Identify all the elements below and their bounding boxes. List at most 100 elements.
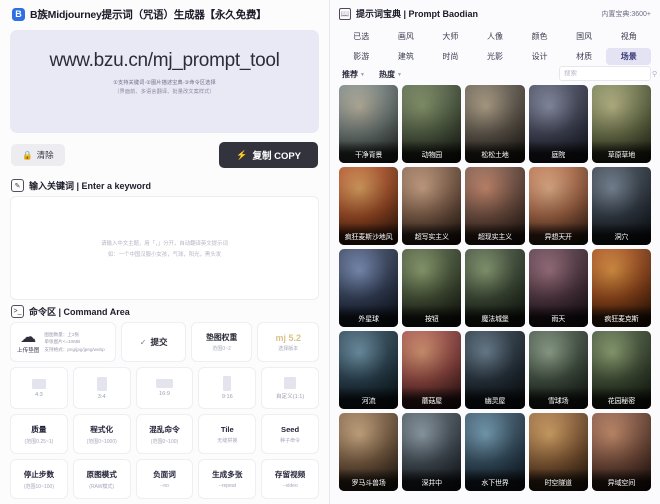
cloud-upload-icon: ☁ xyxy=(20,328,37,346)
prompt-thumbnail-grid: 干净背景 动物园 松松土地 庭院 草原草地疯狂麦斯沙地风 超写实主义 超现实主义 异想天开 洞穴… xyxy=(336,85,654,496)
category-tab-光影[interactable]: 光影 xyxy=(473,48,518,65)
check-circle-icon: ✓ xyxy=(139,337,147,347)
category-tab-影游[interactable]: 影游 xyxy=(339,48,384,65)
image-weight-button[interactable]: 垫图权重 范围0~2 xyxy=(190,322,253,362)
parameter-range: (RAW模式) xyxy=(89,483,115,490)
category-tab-颜色[interactable]: 颜色 xyxy=(517,28,562,45)
aspect-ratio-button[interactable]: 9:16 xyxy=(198,367,257,409)
prompt-thumbnail[interactable]: 雨天 xyxy=(528,249,588,327)
prompt-thumbnail[interactable]: 按钮 xyxy=(402,249,462,327)
prompt-thumbnail[interactable]: 超写实主义 xyxy=(402,167,462,245)
prompt-thumbnail[interactable]: 水下世界 xyxy=(465,413,525,491)
prompt-thumbnail[interactable]: 草原草地 xyxy=(591,85,651,163)
thumbnail-label: 超现实主义 xyxy=(465,223,525,245)
search-icon[interactable]: ⚲ xyxy=(652,70,657,78)
prompt-thumbnail[interactable]: 花园秘密 xyxy=(591,331,651,409)
submit-button-label: 提交 xyxy=(150,337,168,347)
prompt-thumbnail[interactable]: 罗马斗兽场 xyxy=(339,413,399,491)
prompt-thumbnail[interactable]: 动物园 xyxy=(402,85,462,163)
category-tab-画风[interactable]: 画风 xyxy=(384,28,429,45)
category-tab-材质[interactable]: 材质 xyxy=(562,48,607,65)
parameter-button[interactable]: Seed 种子命令 xyxy=(261,414,319,454)
baodian-count: 内置宝典:3600+ xyxy=(601,10,651,18)
lightning-icon: ⚡ xyxy=(236,149,248,160)
prompt-thumbnail[interactable]: 疯狂麦克斯 xyxy=(591,249,651,327)
parameter-button[interactable]: 停止步数 (范围10~100) xyxy=(10,459,68,499)
prompt-thumbnail[interactable]: 魔法城堡 xyxy=(465,249,525,327)
parameter-button[interactable]: 混乱命令 (范围0~100) xyxy=(135,414,194,454)
left-panel: B B族Midjourney提示词（咒语）生成器【永久免费】 www.bzu.c… xyxy=(0,0,330,504)
baodian-title: 提示词宝典 | Prompt Baodian xyxy=(356,9,479,19)
thumbnail-label: 疯狂麦克斯 xyxy=(591,305,651,327)
baodian-header: 📖 提示词宝典 | Prompt Baodian 内置宝典:3600+ xyxy=(336,0,654,26)
category-tab-国风[interactable]: 国风 xyxy=(562,28,607,45)
prompt-thumbnail[interactable]: 河流 xyxy=(339,331,399,409)
aspect-ratio-button[interactable]: 4:3 xyxy=(10,367,68,409)
upload-image-area[interactable]: ☁ 上传垫图 图图数量：上2张 单张图片<=10MB 支持格式：png/jpg/… xyxy=(10,322,117,362)
sort-recommend[interactable]: 推荐 ▼ xyxy=(342,69,365,80)
aspect-ratio-button[interactable]: 16:9 xyxy=(135,367,194,409)
aspect-ratio-button[interactable]: 3:4 xyxy=(72,367,131,409)
parameter-button[interactable]: 存留视频 --video xyxy=(261,459,319,499)
category-tab-已选[interactable]: 已选 xyxy=(339,28,384,45)
sort-hot-label: 热度 xyxy=(378,70,395,79)
prompt-thumbnail[interactable]: 超现实主义 xyxy=(465,167,525,245)
brand-logo-icon: B xyxy=(12,8,25,21)
prompt-thumbnail[interactable]: 雪球场 xyxy=(528,331,588,409)
baodian-header-left: 📖 提示词宝典 | Prompt Baodian xyxy=(339,7,478,20)
category-tab-建筑[interactable]: 建筑 xyxy=(384,48,429,65)
prompt-thumbnail[interactable]: 洞穴 xyxy=(591,167,651,245)
parameter-button[interactable]: 程式化 (范围0~1000) xyxy=(72,414,131,454)
parameter-name: 停止步数 xyxy=(23,469,55,479)
search-box[interactable]: ⚲ xyxy=(559,66,657,81)
prompt-thumbnail[interactable]: 蘑菇屋 xyxy=(402,331,462,409)
prompt-thumbnail[interactable]: 松松土地 xyxy=(465,85,525,163)
category-tab-大师[interactable]: 大师 xyxy=(428,28,473,45)
parameter-range: (范围0.25~1) xyxy=(24,438,54,445)
prompt-thumbnail[interactable]: 干净背景 xyxy=(339,85,399,163)
category-tab-人像[interactable]: 人像 xyxy=(473,28,518,45)
thumbnail-label: 花园秘密 xyxy=(591,387,651,409)
version-button[interactable]: mj 5.2 选择版本 xyxy=(257,322,319,362)
parameter-button[interactable]: 质量 (范围0.25~1) xyxy=(10,414,68,454)
parameter-name: 生成多张 xyxy=(212,470,243,479)
upload-meta: 图图数量：上2张 单张图片<=10MB 支持格式：png/jpg/jpeg/we… xyxy=(44,332,104,353)
action-bar: 🔒 清除 ⚡ 复制 COPY xyxy=(8,133,321,174)
parameter-button[interactable]: 原图模式 (RAW模式) xyxy=(72,459,131,499)
keyword-placeholder-line1: 请输入中文主题，用「，」分开，自动翻译英文提示词 xyxy=(101,240,228,247)
prompt-thumbnail[interactable]: 深井中 xyxy=(402,413,462,491)
category-tab-场景[interactable]: 场景 xyxy=(606,48,651,65)
keyword-placeholder-line2: 如：一个中国汉服小女孩，气球，阳光，黑头发 xyxy=(107,251,222,258)
category-tab-设计[interactable]: 设计 xyxy=(517,48,562,65)
copy-button[interactable]: ⚡ 复制 COPY xyxy=(219,142,318,169)
parameter-button[interactable]: Tile 无缝拼接 xyxy=(198,414,257,454)
upload-meta-line: 单张图片<=10MB xyxy=(44,339,81,344)
aspect-ratio-preview-icon xyxy=(31,378,46,389)
prompt-thumbnail[interactable]: 庭院 xyxy=(528,85,588,163)
parameter-button[interactable]: 负面词 --no xyxy=(135,459,194,499)
terminal-icon: >_ xyxy=(11,305,24,318)
submit-button[interactable]: ✓ 提交 xyxy=(121,322,186,362)
book-icon: 📖 xyxy=(339,7,351,20)
prompt-thumbnail[interactable]: 异域空间 xyxy=(591,413,651,491)
prompt-thumbnail[interactable]: 异想天开 xyxy=(528,167,588,245)
prompt-thumbnail[interactable]: 幽灵屋 xyxy=(465,331,525,409)
prompt-thumbnail[interactable]: 外星球 xyxy=(339,249,399,327)
prompt-thumbnail[interactable]: 疯狂麦斯沙地风 xyxy=(339,167,399,245)
parameter-range: 无缝拼接 xyxy=(217,437,238,444)
prompt-thumbnail[interactable]: 时空隧道 xyxy=(528,413,588,491)
category-row-1: 已选 画风 大师 人像 颜色 国风 视角 xyxy=(339,28,651,45)
search-input[interactable] xyxy=(564,70,652,77)
aspect-ratio-label: 9:16 xyxy=(221,394,233,400)
clear-button[interactable]: 🔒 清除 xyxy=(11,144,65,167)
aspect-ratio-button[interactable]: 自定义(1:1) xyxy=(261,367,319,409)
parameter-name: 混乱命令 xyxy=(149,424,180,434)
keyword-input[interactable]: 请输入中文主题，用「，」分开，自动翻译英文提示词 如：一个中国汉服小女孩，气球，… xyxy=(10,196,319,300)
category-tab-时尚[interactable]: 时尚 xyxy=(428,48,473,65)
aspect-ratio-preview-icon xyxy=(96,376,107,391)
right-panel: 📖 提示词宝典 | Prompt Baodian 内置宝典:3600+ 已选 画风… xyxy=(330,0,660,504)
parameter-button[interactable]: 生成多张 --repeat xyxy=(198,459,257,499)
category-tab-视角[interactable]: 视角 xyxy=(606,28,651,45)
thumbnail-label: 罗马斗兽场 xyxy=(339,469,399,491)
sort-hot[interactable]: 热度 ▼ xyxy=(379,69,402,80)
